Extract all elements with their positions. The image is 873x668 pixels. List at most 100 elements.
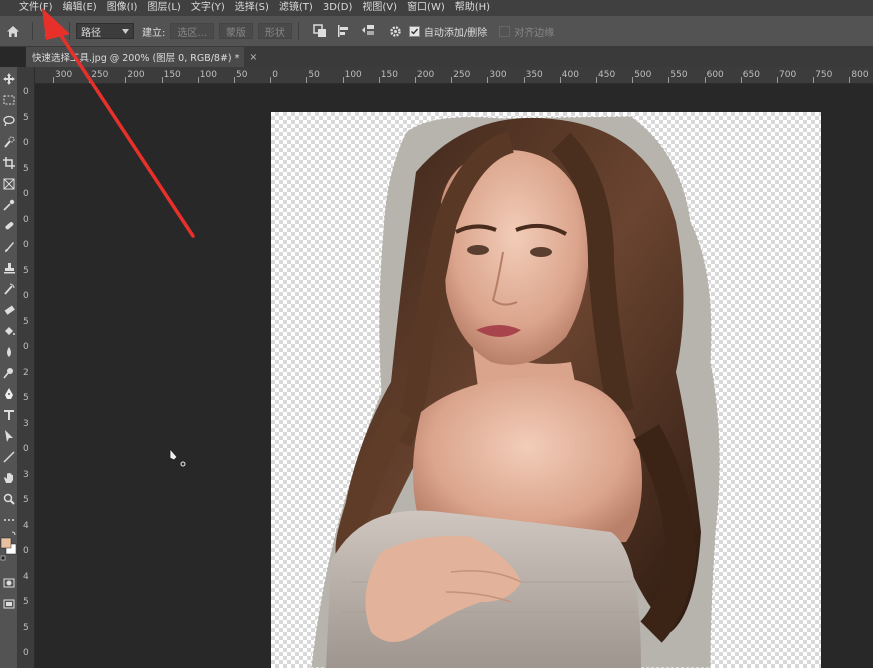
menu-help[interactable]: 帮助(H) — [450, 0, 495, 16]
more-tools-icon[interactable] — [0, 510, 17, 530]
crop-tool-icon[interactable] — [0, 153, 17, 173]
document-canvas[interactable] — [271, 112, 821, 668]
ruler-h-tick — [125, 77, 127, 83]
clone-stamp-tool-icon[interactable] — [0, 258, 17, 278]
photo-woman-cutout — [310, 115, 721, 668]
ruler-h-tick — [740, 77, 742, 83]
eyedropper-tool-icon[interactable] — [0, 195, 17, 215]
menu-image[interactable]: 图像(I) — [102, 0, 143, 16]
blur-tool-icon[interactable] — [0, 342, 17, 362]
make-selection-button[interactable]: 选区... — [170, 23, 214, 39]
menu-window[interactable]: 窗口(W) — [402, 0, 450, 16]
align-edges-label: 对齐边缘 — [514, 27, 555, 39]
hand-tool-icon[interactable] — [0, 468, 17, 488]
ruler-h-label: 250 — [453, 70, 471, 80]
ruler-h-tick — [270, 77, 272, 83]
frame-tool-icon[interactable] — [0, 174, 17, 194]
menu-select[interactable]: 选择(S) — [230, 0, 274, 16]
gear-icon[interactable] — [387, 22, 405, 40]
path-selection-tool-icon[interactable] — [0, 426, 17, 446]
ruler-h-label: 150 — [163, 70, 181, 80]
ruler-v-label: 5 — [23, 597, 29, 607]
ruler-h-tick — [378, 77, 380, 83]
ruler-v-label: 5 — [23, 112, 29, 123]
auto-add-delete-checkbox[interactable] — [408, 25, 420, 37]
quick-selection-tool-icon[interactable] — [0, 132, 17, 152]
close-icon[interactable]: × — [249, 52, 257, 63]
ruler-h-label: 100 — [344, 70, 362, 80]
ruler-h-tick — [813, 77, 815, 83]
history-brush-tool-icon[interactable] — [0, 279, 17, 299]
menu-layer[interactable]: 图层(L) — [142, 0, 185, 16]
move-tool-icon[interactable] — [0, 69, 17, 89]
paint-bucket-tool-icon[interactable] — [0, 321, 17, 341]
document-tab-title: 快速选择工具.jpg @ 200% (图层 0, RGB/8#) * — [32, 53, 240, 64]
pen-tool-icon[interactable] — [0, 384, 17, 404]
dodge-tool-icon[interactable] — [0, 363, 17, 383]
menu-view[interactable]: 视图(V) — [357, 0, 402, 16]
ruler-h-tick — [342, 77, 344, 83]
align-edges-checkbox[interactable] — [499, 25, 511, 37]
zoom-tool-icon[interactable] — [0, 489, 17, 509]
ruler-h-tick — [668, 77, 670, 83]
ruler-h-label: 200 — [127, 70, 145, 80]
healing-brush-tool-icon[interactable] — [0, 216, 17, 236]
ps-logo-icon — [0, 0, 14, 16]
ruler-v-label: 0 — [23, 214, 29, 225]
line-tool-icon[interactable] — [0, 447, 17, 467]
ruler-h-label: 200 — [417, 70, 435, 80]
ruler-h-label: 700 — [779, 70, 797, 80]
type-tool-icon[interactable] — [0, 405, 17, 425]
ruler-h-label: 300 — [55, 70, 73, 80]
menu-bar: 文件(F) 编辑(E) 图像(I) 图层(L) 文字(Y) 选择(S) 滤镜(T… — [0, 0, 873, 16]
tool-mode-select[interactable]: 路径 — [76, 23, 134, 39]
menu-3d[interactable]: 3D(D) — [318, 0, 358, 16]
ruler-v-label: 0 — [23, 648, 29, 658]
ruler-h-tick — [559, 77, 561, 83]
color-swatches[interactable] — [0, 529, 17, 567]
path-operations-icon[interactable] — [311, 22, 329, 40]
menu-filter[interactable]: 滤镜(T) — [274, 0, 318, 16]
ruler-h-tick — [523, 77, 525, 83]
ruler-h-label: 300 — [489, 70, 507, 80]
ruler-v-label: 0 — [23, 189, 29, 199]
ruler-v-label: 5 — [23, 495, 29, 505]
ruler-v-label: 0 — [23, 444, 29, 454]
ruler-v-label: 5 — [23, 622, 29, 633]
brush-tool-icon[interactable] — [0, 237, 17, 257]
screen-mode-icon[interactable] — [0, 594, 17, 614]
ruler-v-label: 0 — [23, 546, 29, 556]
lasso-tool-icon[interactable] — [0, 111, 17, 131]
path-arrangement-icon[interactable] — [359, 22, 377, 40]
ruler-h-label: 450 — [598, 70, 616, 80]
ruler-h-label: 50 — [308, 70, 320, 80]
menu-edit[interactable]: 编辑(E) — [58, 0, 102, 16]
ruler-h-label: 550 — [670, 70, 688, 80]
home-icon[interactable] — [0, 16, 26, 46]
ruler-h-tick — [415, 77, 416, 83]
menu-type[interactable]: 文字(Y) — [186, 0, 230, 16]
ruler-h-tick — [487, 77, 489, 83]
path-alignment-icon[interactable] — [335, 22, 353, 40]
make-mask-button[interactable]: 蒙版 — [218, 23, 253, 39]
ruler-h-tick — [451, 77, 453, 83]
marquee-tool-icon[interactable] — [0, 90, 17, 110]
ruler-v-label: 0 — [23, 342, 29, 352]
options-bar: 路径 建立: 选区... 蒙版 形状 自动添加/删除 对齐边缘 — [0, 16, 873, 47]
ruler-h-label: 750 — [815, 70, 833, 80]
make-shape-button[interactable]: 形状 — [257, 23, 292, 39]
ruler-h-label: 100 — [199, 70, 217, 80]
ruler-h-tick — [777, 77, 778, 83]
eraser-tool-icon[interactable] — [0, 300, 17, 320]
ruler-v-label: 5 — [23, 316, 29, 327]
tools-panel — [0, 67, 18, 668]
ruler-h-label: 500 — [634, 70, 652, 80]
quick-mask-icon[interactable] — [0, 573, 17, 593]
document-tab[interactable]: 快速选择工具.jpg @ 200% (图层 0, RGB/8#) * × — [26, 47, 257, 67]
build-label: 建立: — [142, 27, 166, 39]
pen-tool-preset-icon[interactable] — [39, 21, 63, 41]
ruler-h-tick — [234, 77, 235, 83]
ruler-v-label: 5 — [23, 265, 29, 276]
menu-file[interactable]: 文件(F) — [14, 0, 58, 16]
ruler-h-tick — [596, 77, 597, 83]
